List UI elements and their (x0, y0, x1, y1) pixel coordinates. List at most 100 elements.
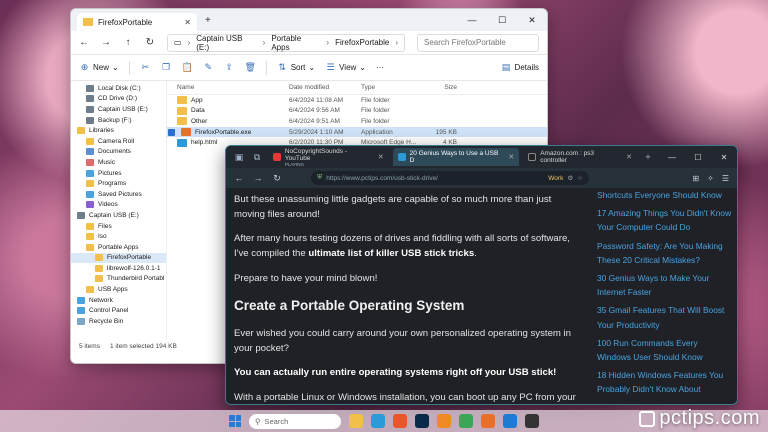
nav-item[interactable]: Thunderbird Portabl (71, 274, 166, 285)
grid-icon[interactable]: ⊞ (692, 174, 699, 183)
sidebar-link[interactable]: 100 Run Commands Every Windows User Shou… (597, 336, 733, 364)
nav-item[interactable]: Network (71, 295, 166, 306)
menu-icon[interactable]: ☰ (722, 174, 729, 183)
breadcrumb-item[interactable]: Portable Apps (271, 34, 320, 52)
sidebar-link[interactable]: 18 Windows Settings You Should (597, 401, 733, 404)
nav-item[interactable]: Backup (F:) (71, 115, 166, 126)
file-row[interactable]: Data 6/4/2024 9:56 AM File folder (167, 106, 547, 117)
tab-youtube[interactable]: NoCopyrightSounds - YouTube PLAYING ✕ (268, 148, 389, 167)
start-button[interactable] (229, 415, 241, 427)
close-tab-icon[interactable]: ✕ (184, 18, 191, 27)
column-name[interactable]: Name (177, 84, 289, 91)
refresh-button[interactable]: ↻ (145, 37, 155, 48)
taskbar-search[interactable]: ⚲ Search (249, 413, 341, 429)
nav-item[interactable]: Music (71, 157, 166, 168)
sort-button[interactable]: ⇅ Sort ⌄ (277, 62, 315, 73)
chrome-icon[interactable] (459, 414, 473, 428)
firefox-icon[interactable] (481, 414, 495, 428)
nav-item[interactable]: librewolf-126.0.1-1 (71, 263, 166, 274)
sidebar-link[interactable]: Shortcuts Everyone Should Know (597, 188, 733, 202)
sidebar-link[interactable]: 35 Gmail Features That Will Boost Your P… (597, 303, 733, 331)
close-tab-icon[interactable]: ✕ (626, 153, 632, 161)
sidebar-link[interactable]: Password Safety: Are You Making These 20… (597, 239, 733, 267)
close-button[interactable]: ✕ (711, 153, 737, 162)
nav-item[interactable]: Programs (71, 178, 166, 189)
tab-actions-icon[interactable]: ⧉ (250, 150, 264, 164)
forward-button[interactable]: → (253, 173, 263, 183)
sidebar-link[interactable]: 30 Genius Ways to Make Your Internet Fas… (597, 271, 733, 299)
workspace-icon[interactable]: ▣ (232, 150, 246, 164)
nav-item[interactable]: Pictures (71, 168, 166, 179)
cut-icon[interactable]: ✂ (140, 62, 151, 73)
view-button[interactable]: ☰ View ⌄ (325, 62, 366, 73)
close-button[interactable]: ✕ (517, 15, 547, 26)
paste-icon[interactable]: 📋 (182, 62, 193, 73)
minimize-button[interactable]: — (659, 153, 685, 162)
nav-item[interactable]: Saved Pictures (71, 189, 166, 200)
edge-icon[interactable] (371, 414, 385, 428)
checkbox-icon[interactable] (168, 128, 175, 136)
up-button[interactable]: ↑ (123, 37, 133, 48)
nav-item[interactable]: Documents (71, 147, 166, 158)
file-explorer-icon[interactable] (349, 414, 363, 428)
nav-item[interactable]: Files (71, 221, 166, 232)
close-tab-icon[interactable]: ✕ (508, 153, 514, 161)
file-name-cell: Data (177, 106, 289, 115)
reload-button[interactable]: ↻ (272, 173, 282, 184)
puzzle-icon[interactable]: ✧ (707, 174, 714, 183)
file-row[interactable]: FirefoxPortable.exe 5/29/2024 1:10 AM Appl… (167, 126, 547, 138)
nav-item[interactable]: Portable Apps (71, 242, 166, 253)
copy-icon[interactable]: ❐ (161, 62, 172, 73)
nav-item[interactable]: USB Apps (71, 284, 166, 295)
back-button[interactable]: ← (79, 37, 89, 48)
nav-item[interactable]: Camera Roll (71, 136, 166, 147)
column-date-modified[interactable]: Date modified (289, 84, 361, 91)
new-button[interactable]: ⊕ New ⌄ (79, 62, 119, 73)
delete-icon[interactable]: 🗑 (245, 62, 256, 73)
photoshop-icon[interactable] (415, 414, 429, 428)
terminal-icon[interactable] (525, 414, 539, 428)
nav-item[interactable]: CD Drive (D:) (71, 94, 166, 105)
file-row[interactable]: App 6/4/2024 11:08 AM File folder (167, 95, 547, 106)
column-type[interactable]: Type (361, 84, 431, 91)
tab-amazon[interactable]: Amazon.com : ps3 controller ✕ (523, 148, 637, 166)
new-tab-button[interactable]: + (205, 15, 211, 26)
search-input[interactable]: Search FirefoxPortable (417, 33, 539, 52)
breadcrumb-item[interactable]: FirefoxPortable (335, 38, 389, 47)
close-tab-icon[interactable]: ✕ (378, 153, 384, 161)
column-size[interactable]: Size (431, 84, 457, 91)
new-tab-button[interactable]: + (641, 150, 655, 164)
work-profile-badge[interactable]: Work (548, 175, 563, 182)
minimize-button[interactable]: — (457, 15, 487, 26)
explorer-tab[interactable]: FirefoxPortable ✕ (77, 13, 197, 31)
sidebar-link[interactable]: 18 Hidden Windows Features You Probably … (597, 368, 733, 396)
tab-pctips[interactable]: 20 Genius Ways to Use a USB D ✕ (392, 148, 520, 166)
nav-item[interactable]: Control Panel (71, 305, 166, 316)
nav-item[interactable]: Iso (71, 231, 166, 242)
extension-icon[interactable]: ⚙ (567, 174, 573, 182)
maximize-button[interactable]: ☐ (685, 153, 711, 162)
sidebar-link[interactable]: 17 Amazing Things You Didn't Know Your C… (597, 206, 733, 234)
nav-item[interactable]: Local Disk (C:) (71, 83, 166, 94)
maximize-button[interactable]: ☐ (487, 15, 517, 26)
vlc-icon[interactable] (437, 414, 451, 428)
edge-2-icon[interactable] (503, 414, 517, 428)
details-button[interactable]: ▤ Details (501, 62, 539, 73)
breadcrumb-item[interactable]: Captain USB (E:) (196, 34, 256, 52)
rename-icon[interactable]: ✎ (203, 62, 214, 73)
nav-item[interactable]: Recycle Bin (71, 316, 166, 327)
share-icon[interactable]: ⇪ (224, 62, 235, 73)
nav-item[interactable]: Videos (71, 200, 166, 211)
file-row[interactable]: Other 6/4/2024 9:51 AM File folder (167, 116, 547, 127)
nav-item[interactable]: Captain USB (E:) (71, 104, 166, 115)
breadcrumb[interactable]: ▭ › Captain USB (E:) › Portable Apps › F… (167, 33, 405, 52)
nav-item[interactable]: FirefoxPortable (71, 252, 166, 264)
nav-item[interactable]: Captain USB (E:) (71, 210, 166, 221)
star-icon[interactable]: ☆ (577, 174, 583, 182)
nav-item[interactable]: Libraries (71, 125, 166, 136)
brave-icon[interactable] (393, 414, 407, 428)
forward-button[interactable]: → (101, 37, 111, 48)
back-button[interactable]: ← (234, 173, 244, 183)
address-bar[interactable]: ⛨ https://www.pctips.com/usb-stick-drive… (311, 171, 589, 185)
more-options-button[interactable]: ··· (376, 63, 384, 72)
